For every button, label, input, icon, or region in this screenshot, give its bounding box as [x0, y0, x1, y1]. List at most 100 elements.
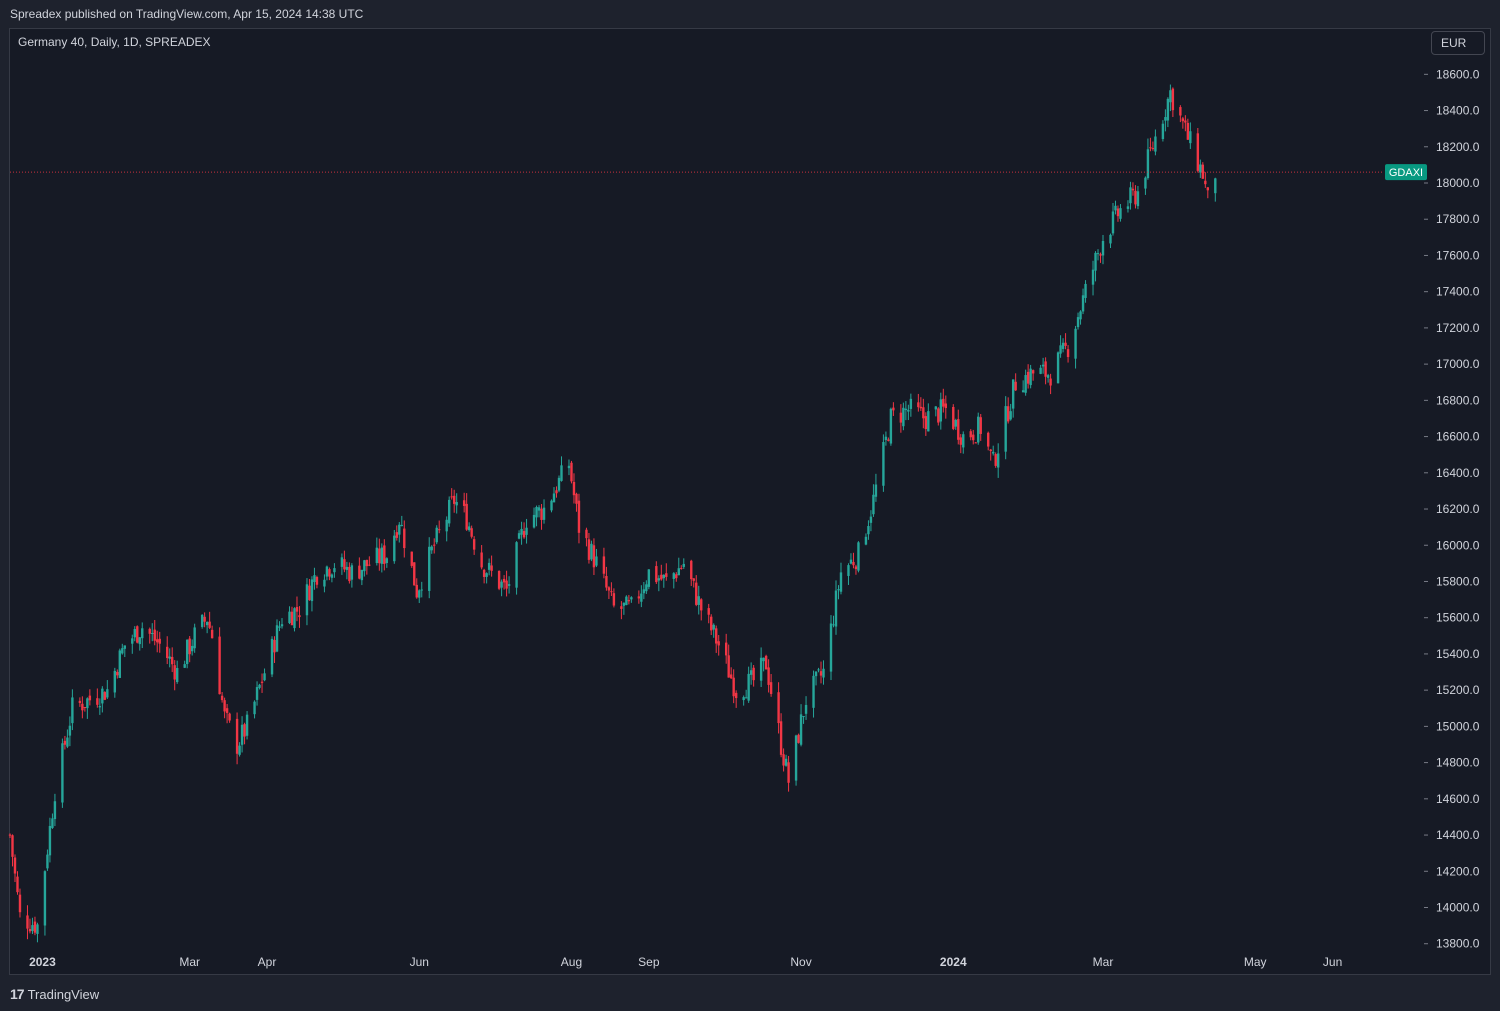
candle-body [749, 670, 753, 675]
candle-body [1044, 361, 1047, 377]
candle-body [550, 500, 553, 511]
candle-body [485, 573, 488, 577]
candle-body [577, 500, 581, 533]
candle-body [173, 665, 176, 680]
candle-body [987, 432, 990, 447]
y-tick-label: 15000.0 [1436, 719, 1480, 733]
candle-body [892, 407, 895, 411]
y-tick-label: 18000.0 [1436, 176, 1480, 190]
candle-body [156, 639, 159, 643]
y-tick-label: 14400.0 [1436, 828, 1480, 842]
candle-body [462, 500, 466, 506]
candle-body [567, 465, 571, 469]
candle-body [48, 825, 52, 856]
candle-body [1126, 206, 1130, 209]
x-tick-label: 2024 [940, 955, 967, 969]
candle-body [902, 407, 905, 427]
candle-body [1096, 253, 1100, 255]
candle-body [729, 674, 733, 679]
candle-body [540, 508, 543, 520]
candle-body [66, 737, 69, 747]
candle-body [1024, 375, 1027, 393]
candle-body [1056, 352, 1060, 384]
candle-body [325, 566, 329, 577]
candle-body [690, 560, 693, 580]
candle-body [1161, 123, 1165, 140]
candle-body [645, 584, 648, 592]
candle-body [525, 527, 528, 535]
y-tick-label: 15600.0 [1436, 611, 1480, 625]
candle-body [445, 519, 448, 532]
candle-body [1179, 107, 1182, 116]
x-tick-label: Jun [1323, 955, 1342, 969]
y-tick-label: 15200.0 [1436, 683, 1480, 697]
candle-body [1204, 180, 1207, 185]
candle-body [330, 574, 334, 578]
candle-body [168, 656, 171, 659]
candle-body [465, 503, 468, 530]
candle-body [620, 606, 623, 609]
candle-body [240, 724, 244, 745]
candle-body [63, 740, 67, 745]
candle-body [1109, 234, 1112, 244]
x-tick-label: Jun [410, 955, 429, 969]
candle-body [323, 579, 326, 587]
candle-body [747, 673, 750, 701]
candle-body [864, 536, 868, 545]
candle-body [1129, 187, 1132, 204]
candle-body [136, 626, 139, 643]
candle-body [1169, 90, 1172, 103]
x-tick-label: Mar [1093, 955, 1114, 969]
candlestick-chart[interactable]: 18600.0 18400.0 18200.0 18000.0 17800.0 17600… [0, 0, 1500, 1011]
candle-body [28, 929, 32, 932]
candle-body [305, 584, 309, 616]
candle-body [832, 624, 835, 626]
candle-body [962, 434, 965, 448]
y-tick-label: 16600.0 [1436, 430, 1480, 444]
x-tick-label: Mar [179, 955, 200, 969]
candle-body [640, 593, 643, 602]
candle-body [263, 673, 266, 681]
candle-body [560, 465, 563, 481]
candle-body [974, 442, 977, 444]
candle-body [837, 589, 840, 591]
candle-body [682, 563, 685, 567]
y-tick-label: 16000.0 [1436, 538, 1480, 552]
candle-body [116, 671, 119, 676]
candle-body [555, 490, 558, 494]
candle-body [710, 616, 713, 631]
candle-body [522, 531, 526, 538]
candle-body [700, 599, 703, 611]
candle-body [228, 713, 231, 721]
candle-body [660, 574, 663, 580]
candle-body [315, 577, 319, 585]
candle-body [642, 589, 646, 594]
candle-body [595, 556, 598, 566]
candle-body [255, 687, 259, 700]
currency-button[interactable]: EUR [1431, 31, 1485, 55]
candle-body [253, 701, 256, 715]
candle-body [537, 507, 541, 511]
candle-body [779, 721, 783, 755]
candle-body [794, 735, 798, 781]
candle-body [1039, 367, 1042, 374]
candle-body [1009, 411, 1012, 420]
candle-body [153, 629, 156, 641]
candle-body [158, 638, 161, 644]
candle-body [258, 684, 261, 688]
candle-body [1041, 364, 1045, 367]
candle-body [293, 608, 296, 629]
candle-body [1004, 406, 1007, 452]
candle-body [31, 925, 34, 931]
candle-body [989, 449, 992, 452]
candle-body [996, 453, 1000, 468]
candle-body [857, 542, 860, 571]
candle-body [26, 915, 29, 929]
candle-body [280, 624, 284, 627]
candle-body [1099, 254, 1102, 256]
tradingview-brand[interactable]: 17 TradingView [10, 986, 99, 1002]
y-tick-label: 17200.0 [1436, 321, 1480, 335]
candle-body [340, 557, 344, 567]
candle-body [275, 625, 279, 652]
candle-body [183, 664, 186, 668]
